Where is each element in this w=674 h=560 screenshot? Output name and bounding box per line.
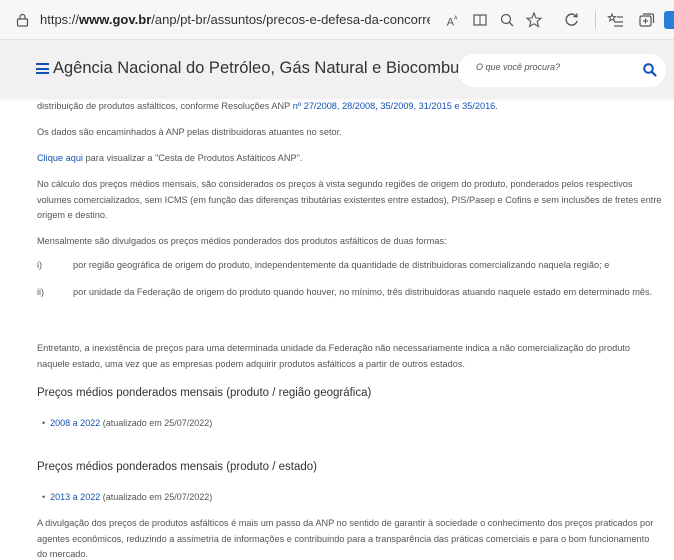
paragraph-text: para visualizar a "Cesta de Produtos Asf… bbox=[82, 153, 303, 163]
paragraph-disclaimer: Entretanto, a inexistência de preços par… bbox=[37, 343, 630, 369]
list-item: • 2013 a 2022 (atualizado em 25/07/2022) bbox=[42, 492, 213, 502]
refresh-icon[interactable] bbox=[562, 10, 582, 30]
url-prefix: https:// bbox=[40, 12, 80, 27]
list-item: por região geográfica de origem do produ… bbox=[73, 260, 610, 270]
list-item: • 2008 a 2022 (atualizado em 25/07/2022) bbox=[42, 418, 213, 428]
favorite-star-icon[interactable] bbox=[524, 10, 544, 30]
resolutions-link[interactable]: nº 27/2008, 28/2008, 35/2009, 31/2015 e … bbox=[293, 101, 496, 111]
menu-icon[interactable] bbox=[36, 63, 49, 74]
paragraph-resolutions: distribuição de produtos asfálticos, con… bbox=[37, 99, 662, 115]
lock-icon[interactable] bbox=[16, 13, 29, 27]
site-header: Agência Nacional do Petróleo, Gás Natura… bbox=[0, 40, 674, 97]
paragraph-transparency: A divulgação dos preços de produtos asfá… bbox=[37, 518, 654, 559]
paragraph-published-forms: Mensalmente são divulgados os preços méd… bbox=[37, 236, 447, 246]
paragraph-text: distribuição de produtos asfálticos, con… bbox=[37, 101, 293, 111]
list-marker: i) bbox=[37, 260, 42, 270]
search-box bbox=[458, 54, 666, 87]
browser-toolbar: https://www.gov.br/anp/pt-br/assuntos/pr… bbox=[0, 0, 674, 40]
download-link-state[interactable]: 2013 a 2022 bbox=[50, 492, 100, 502]
list-marker: ii) bbox=[37, 287, 44, 297]
zoom-icon[interactable] bbox=[497, 10, 517, 30]
section-heading-state: Preços médios ponderados mensais (produt… bbox=[37, 461, 317, 473]
toolbar-divider bbox=[595, 11, 596, 29]
collections-icon[interactable] bbox=[636, 10, 656, 30]
paragraph-end: . bbox=[495, 101, 498, 111]
update-note: (atualizado em 25/07/2022) bbox=[100, 418, 213, 428]
update-note: (atualizado em 25/07/2022) bbox=[100, 492, 213, 502]
url-path: /anp/pt-br/assuntos/precos-e-defesa-da-c… bbox=[151, 12, 430, 27]
immersive-reader-icon[interactable] bbox=[470, 10, 490, 30]
click-here-link[interactable]: Clique aqui bbox=[37, 153, 83, 163]
download-link-region[interactable]: 2008 a 2022 bbox=[50, 418, 100, 428]
list-item: por unidade da Federação de origem do pr… bbox=[73, 287, 653, 297]
section-heading-region: Preços médios ponderados mensais (produt… bbox=[37, 387, 372, 399]
search-icon[interactable] bbox=[642, 62, 658, 78]
paragraph-data-source: Os dados são encaminhados à ANP pelas di… bbox=[37, 127, 342, 137]
favorites-list-icon[interactable] bbox=[606, 10, 626, 30]
agency-title[interactable]: Agência Nacional do Petróleo, Gás Natura… bbox=[53, 59, 506, 78]
url-domain: www.gov.br bbox=[79, 12, 152, 27]
paragraph-calculation: No cálculo dos preços médios mensais, sã… bbox=[37, 179, 662, 220]
read-aloud-icon[interactable]: Aᴬ bbox=[442, 10, 462, 30]
address-bar[interactable]: https://www.gov.br/anp/pt-br/assuntos/pr… bbox=[40, 12, 430, 27]
search-input[interactable] bbox=[476, 62, 626, 72]
profile-icon[interactable] bbox=[664, 11, 674, 29]
page-content: distribuição de produtos asfálticos, con… bbox=[0, 97, 674, 560]
paragraph-basket: Clique aqui para visualizar a "Cesta de … bbox=[37, 151, 662, 167]
